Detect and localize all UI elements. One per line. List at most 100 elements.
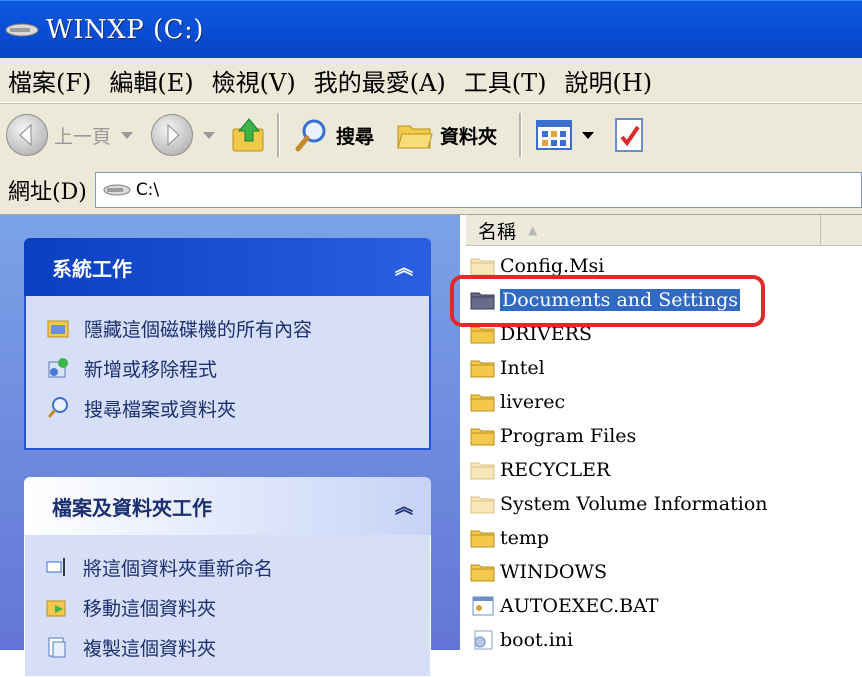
back-arrow-icon xyxy=(6,114,48,156)
folder-tasks-header[interactable]: 檔案及資料夾工作 ︽ xyxy=(24,477,431,535)
hidden-folder-icon xyxy=(470,462,495,480)
forward-arrow-icon xyxy=(151,114,194,156)
task-search-files[interactable]: 搜尋檔案或資料夾 xyxy=(26,388,429,428)
folder-icon xyxy=(470,530,495,548)
toolbar-separator-2 xyxy=(519,113,523,157)
file-row[interactable]: Program Files xyxy=(470,419,768,453)
title-bar[interactable]: WINXP (C:) xyxy=(0,0,862,59)
file-row[interactable]: temp xyxy=(470,521,768,555)
collapse-chevron-icon[interactable]: ︽ xyxy=(395,493,413,519)
search-button[interactable]: 搜尋 xyxy=(294,117,374,153)
file-name: RECYCLER xyxy=(500,459,611,481)
folders-icon xyxy=(397,125,433,149)
task-label: 移動這個資料夾 xyxy=(83,597,217,620)
menu-view[interactable]: 檢視(V) xyxy=(204,63,306,98)
file-row[interactable]: Intel xyxy=(470,351,768,385)
search-icon xyxy=(295,119,326,152)
folder-icon xyxy=(470,326,495,344)
search-label: 搜尋 xyxy=(336,125,375,148)
file-name: temp xyxy=(500,527,550,549)
file-name: Program Files xyxy=(500,425,637,447)
file-row[interactable]: WINDOWS xyxy=(470,555,768,589)
task-add-remove-programs[interactable]: 新增或移除程式 xyxy=(26,348,429,388)
address-path: C:\ xyxy=(135,180,160,200)
file-row[interactable]: liverec xyxy=(470,385,768,419)
file-name: boot.ini xyxy=(500,629,574,651)
file-name: System Volume Information xyxy=(500,493,768,515)
drive-icon xyxy=(103,184,131,196)
task-copy-folder[interactable]: 複製這個資料夾 xyxy=(25,627,430,667)
views-icon xyxy=(536,120,573,150)
toolbar-separator xyxy=(277,113,281,157)
task-move-folder[interactable]: 移動這個資料夾 xyxy=(25,587,430,627)
column-header: 名稱 ▲ xyxy=(466,215,862,246)
up-button[interactable] xyxy=(229,115,269,155)
drive-icon xyxy=(5,23,39,37)
explorer-window: WINXP (C:) 檔案(F) 編輯(E) 檢視(V) 我的最愛(A) 工具(… xyxy=(0,0,862,677)
up-folder-icon xyxy=(232,118,264,152)
hidden-folder-icon xyxy=(470,258,495,276)
system-tasks-body: 隱藏這個磁碟機的所有內容 新增或移除程式 搜尋檔案或資料夾 xyxy=(24,296,431,450)
sort-ascending-icon: ▲ xyxy=(528,223,538,237)
system-tasks-panel: 系統工作 ︽ 隱藏這個磁碟機的所有內容 新增或移除程式 搜尋檔案或資料夾 xyxy=(24,238,431,450)
rename-icon xyxy=(46,558,65,576)
system-tasks-header[interactable]: 系統工作 ︽ xyxy=(24,238,431,296)
add-remove-programs-icon xyxy=(48,358,68,378)
file-row[interactable]: RECYCLER xyxy=(470,453,768,487)
folder-tasks-panel: 檔案及資料夾工作 ︽ 將這個資料夾重新命名 移動這個資料夾 複製這個資料夾 xyxy=(24,477,431,677)
checklist-icon xyxy=(615,118,644,152)
annotation-highlight xyxy=(450,275,765,327)
back-button[interactable]: 上一頁 xyxy=(6,114,134,156)
search-icon xyxy=(47,397,68,418)
menu-tools[interactable]: 工具(T) xyxy=(456,63,557,98)
folder-sync-button[interactable] xyxy=(614,117,646,153)
back-dropdown-icon[interactable] xyxy=(121,131,134,139)
menu-bar: 檔案(F) 編輯(E) 檢視(V) 我的最愛(A) 工具(T) 說明(H) xyxy=(0,58,862,103)
hide-contents-icon xyxy=(47,320,69,338)
folder-tasks-title: 檔案及資料夾工作 xyxy=(52,495,212,520)
file-name: WINDOWS xyxy=(500,561,608,583)
copy-folder-icon xyxy=(48,637,66,658)
folder-icon xyxy=(470,428,495,446)
views-dropdown-icon[interactable] xyxy=(582,131,595,139)
task-pane: 系統工作 ︽ 隱藏這個磁碟機的所有內容 新增或移除程式 搜尋檔案或資料夾 檔案及… xyxy=(0,215,460,677)
menu-help[interactable]: 說明(H) xyxy=(557,63,663,98)
collapse-chevron-icon[interactable]: ︽ xyxy=(395,254,413,280)
hidden-folder-icon xyxy=(470,496,495,514)
folders-label: 資料夾 xyxy=(440,125,498,148)
forward-dropdown-icon[interactable] xyxy=(203,131,216,139)
move-folder-icon xyxy=(46,600,66,617)
settings-file-icon xyxy=(474,630,493,650)
column-name-header[interactable]: 名稱 ▲ xyxy=(466,215,821,245)
task-rename-folder[interactable]: 將這個資料夾重新命名 xyxy=(25,547,430,587)
forward-button[interactable] xyxy=(151,114,216,156)
file-row[interactable]: AUTOEXEC.BAT xyxy=(470,589,768,623)
address-bar: 網址(D) C:\ xyxy=(0,166,862,215)
menu-file[interactable]: 檔案(F) xyxy=(0,63,101,98)
file-name: Intel xyxy=(500,357,545,379)
window-title: WINXP (C:) xyxy=(46,15,204,45)
folders-button[interactable]: 資料夾 xyxy=(396,118,497,152)
task-label: 將這個資料夾重新命名 xyxy=(83,557,274,580)
address-field[interactable]: C:\ xyxy=(94,172,862,208)
task-label: 搜尋檔案或資料夾 xyxy=(84,398,237,421)
folder-icon xyxy=(470,394,495,412)
menu-edit[interactable]: 編輯(E) xyxy=(101,63,203,98)
task-hide-drive-contents[interactable]: 隱藏這個磁碟機的所有內容 xyxy=(26,308,429,348)
file-row[interactable]: System Volume Information xyxy=(470,487,768,521)
views-button[interactable] xyxy=(536,120,595,150)
file-row[interactable]: boot.ini xyxy=(470,623,768,657)
folder-icon xyxy=(470,564,495,582)
menu-favorites[interactable]: 我的最愛(A) xyxy=(306,63,456,98)
back-label: 上一頁 xyxy=(54,125,112,148)
file-name: Config.Msi xyxy=(500,255,605,277)
file-name: liverec xyxy=(500,391,566,413)
system-tasks-title: 系統工作 xyxy=(52,256,132,281)
address-label: 網址(D) xyxy=(8,180,87,205)
task-label: 隱藏這個磁碟機的所有內容 xyxy=(84,318,313,341)
task-label: 複製這個資料夾 xyxy=(83,637,217,660)
folder-icon xyxy=(470,360,495,378)
task-label: 新增或移除程式 xyxy=(84,358,218,381)
folder-tasks-body: 將這個資料夾重新命名 移動這個資料夾 複製這個資料夾 xyxy=(24,535,431,677)
column-name-label: 名稱 xyxy=(478,220,517,243)
